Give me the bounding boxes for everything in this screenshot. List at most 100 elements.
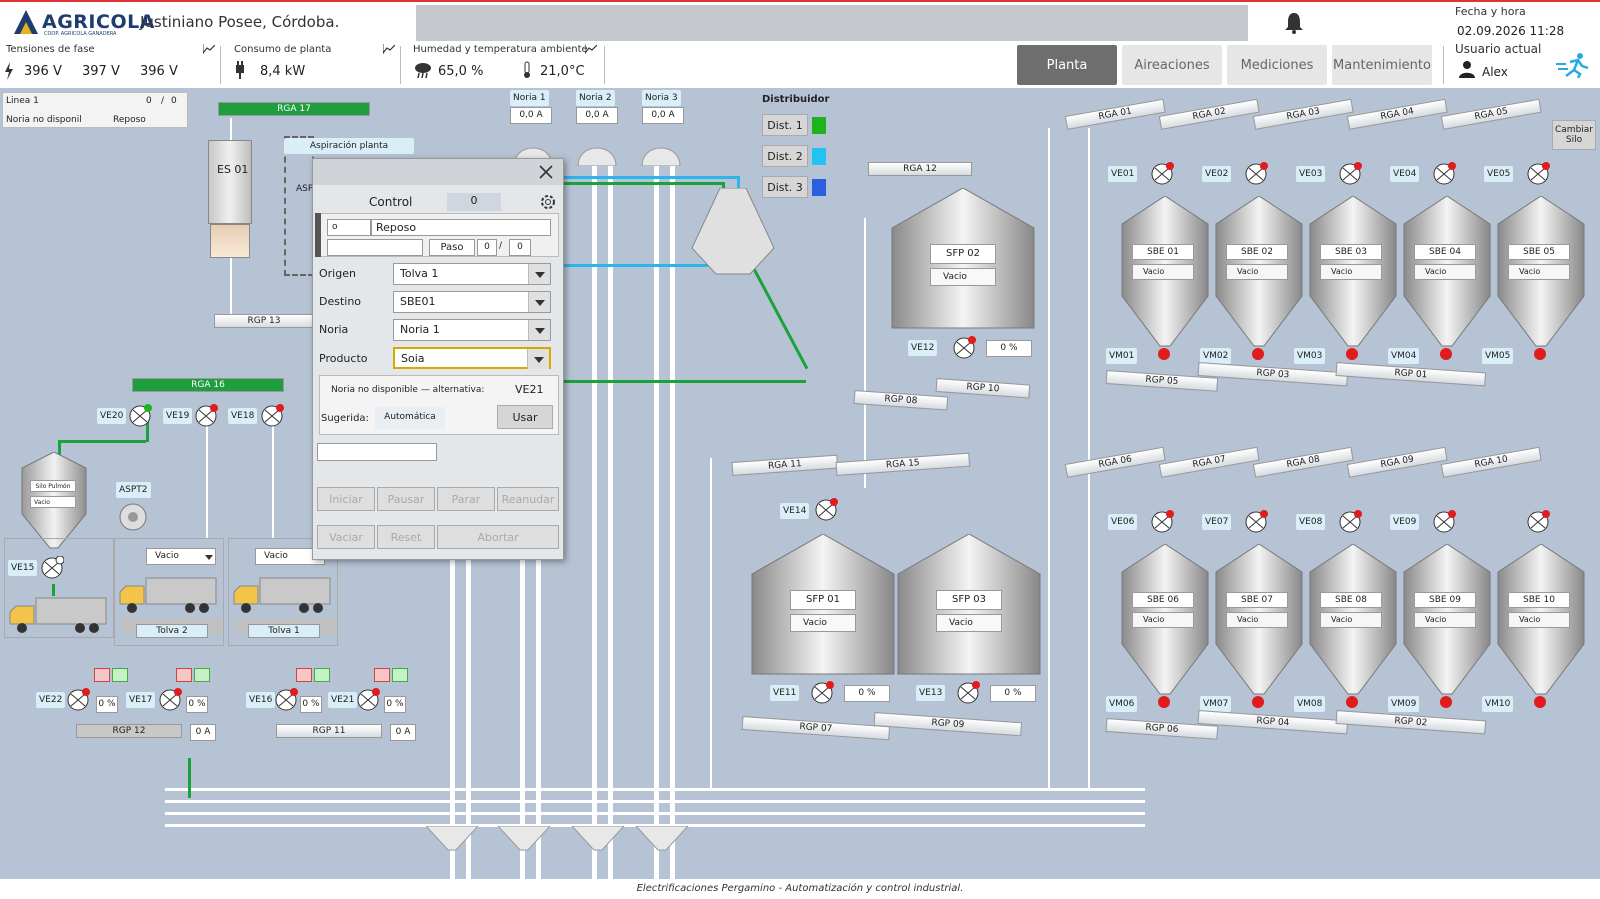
conveyor-rgp02[interactable]: RGP 02 bbox=[1335, 710, 1487, 735]
arrow-right-icon[interactable] bbox=[194, 668, 210, 682]
conveyor-rgp11[interactable]: RGP 11 bbox=[276, 724, 382, 738]
bell-icon[interactable] bbox=[1282, 11, 1306, 35]
valve-ve21-icon[interactable] bbox=[356, 688, 380, 712]
sfp02-state[interactable]: Vacio bbox=[930, 268, 996, 286]
dryer-es01[interactable]: ES 01 bbox=[208, 140, 252, 224]
reanudar-button[interactable]: Reanudar bbox=[497, 487, 559, 511]
arrow-right-icon[interactable] bbox=[392, 668, 408, 682]
cambiar-silo-button[interactable]: Cambiar Silo bbox=[1552, 120, 1596, 150]
dist1-button[interactable]: Dist. 1 bbox=[762, 114, 808, 136]
valve-ve14-icon[interactable] bbox=[814, 498, 838, 522]
valve-ve22-icon[interactable] bbox=[66, 688, 90, 712]
arrow-right-icon[interactable] bbox=[314, 668, 330, 682]
valve-top-1-icon[interactable] bbox=[1244, 162, 1268, 186]
bin-state-bot-2[interactable]: Vacio bbox=[1320, 612, 1382, 628]
running-man-logout-icon[interactable] bbox=[1556, 52, 1592, 78]
conveyor-bot-rga-1[interactable]: RGA 07 bbox=[1158, 446, 1260, 478]
dialog-text-input[interactable] bbox=[317, 443, 437, 461]
tab-mediciones[interactable]: Mediciones bbox=[1227, 45, 1327, 85]
conveyor-rgp13[interactable]: RGP 13 bbox=[214, 314, 314, 328]
conveyor-bot-rga-0[interactable]: RGA 06 bbox=[1064, 446, 1166, 478]
reset-button[interactable]: Reset bbox=[377, 525, 435, 549]
valve-ve11-icon[interactable] bbox=[810, 681, 834, 705]
conveyor-rgp01[interactable]: RGP 01 bbox=[1335, 362, 1487, 387]
parar-button[interactable]: Parar bbox=[437, 487, 495, 511]
valve-top-3-icon[interactable] bbox=[1432, 162, 1456, 186]
valve-bot-3-icon[interactable] bbox=[1432, 510, 1456, 534]
arrow-left-icon[interactable] bbox=[374, 668, 390, 682]
valve-ve18-icon[interactable] bbox=[260, 404, 284, 428]
tab-mantenimiento[interactable]: Mantenimiento bbox=[1332, 45, 1432, 85]
bin-state-top-1[interactable]: Vacio bbox=[1226, 264, 1288, 280]
conveyor-rga15[interactable]: RGA 15 bbox=[835, 452, 971, 476]
sfp01-state[interactable]: Vacio bbox=[790, 614, 856, 632]
close-icon[interactable] bbox=[539, 165, 553, 179]
tab-aireaciones[interactable]: Aireaciones bbox=[1122, 45, 1222, 85]
valve-ve16-icon[interactable] bbox=[274, 688, 298, 712]
producto-select[interactable]: Soia bbox=[393, 347, 551, 369]
bin-state-top-0[interactable]: Vacio bbox=[1132, 264, 1194, 280]
valve-ve13-icon[interactable] bbox=[956, 681, 980, 705]
sfp03-state[interactable]: Vacio bbox=[936, 614, 1002, 632]
bin-state-top-4[interactable]: Vacio bbox=[1508, 264, 1570, 280]
valve-bot-0-icon[interactable] bbox=[1150, 510, 1174, 534]
tab-planta[interactable]: Planta bbox=[1017, 45, 1117, 85]
valve-top-0-icon[interactable] bbox=[1150, 162, 1174, 186]
trend-chart-icon[interactable] bbox=[383, 44, 395, 54]
bin-state-top-2[interactable]: Vacio bbox=[1320, 264, 1382, 280]
pausar-button[interactable]: Pausar bbox=[377, 487, 435, 511]
vaciar-button[interactable]: Vaciar bbox=[317, 525, 375, 549]
bin-state-bot-1[interactable]: Vacio bbox=[1226, 612, 1288, 628]
valve-bot-2-icon[interactable] bbox=[1338, 510, 1362, 534]
conveyor-bot-rga-4[interactable]: RGA 10 bbox=[1440, 446, 1542, 478]
conveyor-top-rga-2[interactable]: RGA 03 bbox=[1252, 98, 1354, 130]
conveyor-bot-rga-3[interactable]: RGA 09 bbox=[1346, 446, 1448, 478]
silo-pulmon-state[interactable]: Vacio bbox=[30, 496, 76, 508]
conveyor-rga12[interactable]: RGA 12 bbox=[868, 162, 972, 176]
distributor-cone[interactable] bbox=[690, 188, 776, 278]
conveyor-top-rga-1[interactable]: RGA 02 bbox=[1158, 98, 1260, 130]
trend-chart-icon[interactable] bbox=[585, 44, 597, 54]
usar-button[interactable]: Usar bbox=[497, 405, 553, 429]
conveyor-rga17[interactable]: RGA 17 bbox=[218, 102, 370, 116]
valve-ve12-icon[interactable] bbox=[952, 336, 976, 360]
arrow-left-icon[interactable] bbox=[176, 668, 192, 682]
bin-state-bot-4[interactable]: Vacio bbox=[1508, 612, 1570, 628]
valve-ve17-icon[interactable] bbox=[158, 688, 182, 712]
conveyor-top-rga-0[interactable]: RGA 01 bbox=[1064, 98, 1166, 130]
conveyor-rgp04[interactable]: RGP 04 bbox=[1197, 710, 1349, 735]
noria-select[interactable]: Noria 1 bbox=[393, 319, 551, 341]
arrow-left-icon[interactable] bbox=[94, 668, 110, 682]
arrow-right-icon[interactable] bbox=[112, 668, 128, 682]
valve-ve20-icon[interactable] bbox=[128, 404, 152, 428]
conveyor-top-rga-4[interactable]: RGA 05 bbox=[1440, 98, 1542, 130]
dist2-button[interactable]: Dist. 2 bbox=[762, 145, 808, 167]
trend-chart-icon[interactable] bbox=[203, 44, 215, 54]
conveyor-top-rga-3[interactable]: RGA 04 bbox=[1346, 98, 1448, 130]
iniciar-button[interactable]: Iniciar bbox=[317, 487, 375, 511]
valve-top-4-icon[interactable] bbox=[1526, 162, 1550, 186]
conveyor-rgp08[interactable]: RGP 08 bbox=[853, 390, 949, 411]
linea-panel[interactable]: Linea 1 0 / 0 Noria no disponil Reposo bbox=[2, 92, 188, 128]
conveyor-rgp10[interactable]: RGP 10 bbox=[935, 378, 1031, 399]
conveyor-bot-rga-2[interactable]: RGA 08 bbox=[1252, 446, 1354, 478]
bin-state-top-3[interactable]: Vacio bbox=[1414, 264, 1476, 280]
valve-top-2-icon[interactable] bbox=[1338, 162, 1362, 186]
destino-select[interactable]: SBE01 bbox=[393, 291, 551, 313]
bin-state-bot-0[interactable]: Vacio bbox=[1132, 612, 1194, 628]
conveyor-rgp03[interactable]: RGP 03 bbox=[1197, 362, 1349, 387]
valve-bot-4-icon[interactable] bbox=[1526, 510, 1550, 534]
valve-ve19-icon[interactable] bbox=[194, 404, 218, 428]
arrow-left-icon[interactable] bbox=[296, 668, 312, 682]
gear-icon[interactable] bbox=[539, 193, 557, 211]
conveyor-rga16[interactable]: RGA 16 bbox=[132, 378, 284, 392]
origen-select[interactable]: Tolva 1 bbox=[393, 263, 551, 285]
bin-state-bot-3[interactable]: Vacio bbox=[1414, 612, 1476, 628]
conveyor-rgp12-left[interactable]: RGP 12 bbox=[76, 724, 182, 738]
conveyor-rga11[interactable]: RGA 11 bbox=[731, 454, 839, 476]
fan-icon[interactable] bbox=[118, 502, 148, 532]
conveyor-rgp07[interactable]: RGP 07 bbox=[741, 716, 891, 741]
abortar-button[interactable]: Abortar bbox=[437, 525, 559, 549]
valve-bot-1-icon[interactable] bbox=[1244, 510, 1268, 534]
conveyor-rgp09[interactable]: RGP 09 bbox=[873, 712, 1023, 737]
